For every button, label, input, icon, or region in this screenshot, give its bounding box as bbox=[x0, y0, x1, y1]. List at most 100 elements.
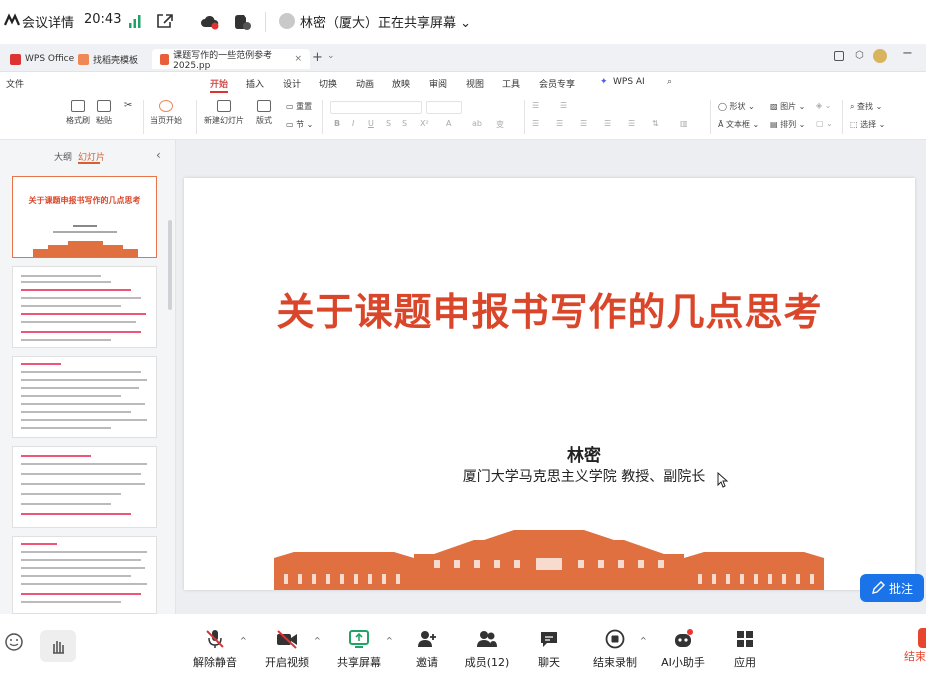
current-slide[interactable]: 关于课题申报书写作的几点思考 林密 厦门大学马克思主义学院 教授、副院长 bbox=[184, 178, 915, 590]
minimize-icon[interactable]: − bbox=[902, 46, 913, 61]
columns-icon[interactable]: ▥ bbox=[680, 119, 688, 128]
shadow-icon[interactable]: S bbox=[402, 119, 407, 128]
wps-window: WPS Office 找稻壳模板 课题写作的一些范例参考2025.pp × + ⌄… bbox=[0, 44, 926, 614]
align-center-icon[interactable]: ☰ bbox=[556, 119, 563, 128]
external-share-icon[interactable] bbox=[156, 13, 174, 29]
menu-member[interactable]: 会员专享 bbox=[539, 77, 575, 90]
outline-icon[interactable]: ▢ ⌄ bbox=[816, 119, 833, 128]
new-tab-plus-icon[interactable]: + bbox=[312, 50, 323, 65]
apps-button[interactable]: 应用 bbox=[730, 628, 760, 670]
menu-design[interactable]: 设计 bbox=[283, 77, 301, 90]
unmute-button[interactable]: 解除静音 bbox=[192, 628, 238, 670]
menu-file[interactable]: 文件 bbox=[6, 77, 24, 90]
numbered-list-icon[interactable]: ☰ bbox=[560, 101, 567, 110]
font-family-select[interactable] bbox=[330, 101, 422, 114]
tab-docer-templates[interactable]: 找稻壳模板 bbox=[70, 49, 146, 69]
select-button[interactable]: ⬚ 选择 ⌄ bbox=[850, 119, 885, 130]
start-video-button[interactable]: 开启视频 bbox=[264, 628, 310, 670]
new-slide-button[interactable]: 新建幻灯片 bbox=[204, 100, 244, 126]
avatar bbox=[279, 13, 295, 29]
align-right-icon[interactable]: ☰ bbox=[580, 119, 587, 128]
reset-button[interactable]: ▭ 重置 bbox=[286, 101, 312, 112]
format-painter-button[interactable]: 格式刷 bbox=[66, 100, 90, 126]
superscript-icon[interactable]: X² bbox=[420, 119, 429, 128]
annotate-button[interactable]: 批注 bbox=[860, 574, 924, 602]
menu-insert[interactable]: 插入 bbox=[246, 77, 264, 90]
image-button[interactable]: ▨ 图片 ⌄ bbox=[770, 101, 805, 112]
text-direction-icon[interactable]: ⇅ bbox=[652, 119, 659, 128]
tab-current-document[interactable]: 课题写作的一些范例参考2025.pp × bbox=[152, 49, 310, 71]
chat-button[interactable]: 聊天 bbox=[534, 628, 564, 670]
char-spacing-icon[interactable]: 变 bbox=[496, 119, 504, 130]
slide-thumbnail-3[interactable] bbox=[12, 356, 157, 438]
bullet-list-icon[interactable]: ☰ bbox=[532, 101, 539, 110]
font-color-icon[interactable]: A bbox=[446, 119, 451, 128]
justify-icon[interactable]: ☰ bbox=[604, 119, 611, 128]
mouse-cursor-icon bbox=[717, 472, 729, 488]
menu-view[interactable]: 视图 bbox=[466, 77, 484, 90]
layout-button[interactable]: 版式 bbox=[256, 100, 272, 126]
chevron-up-icon[interactable]: ^ bbox=[386, 636, 393, 645]
audio-settings-icon[interactable] bbox=[232, 12, 252, 32]
chevron-up-icon[interactable]: ^ bbox=[314, 636, 321, 645]
menu-wps-ai[interactable]: WPS AI bbox=[613, 77, 645, 87]
fill-icon[interactable]: ◈ ⌄ bbox=[816, 101, 831, 110]
distribute-icon[interactable]: ☰ bbox=[628, 119, 635, 128]
menu-animation[interactable]: 动画 bbox=[356, 77, 374, 90]
menu-bar: 文件 开始 插入 设计 切换 动画 放映 审阅 视图 工具 会员专享 ✦ WPS… bbox=[0, 72, 926, 94]
invite-button[interactable]: 邀请 bbox=[412, 628, 442, 670]
underline-icon[interactable]: U bbox=[368, 119, 374, 128]
menu-tools[interactable]: 工具 bbox=[502, 77, 520, 90]
sidebar-tabs: 大纲 幻灯片 ‹ bbox=[0, 148, 176, 164]
slide-thumbnail-2[interactable] bbox=[12, 266, 157, 348]
stop-recording-button[interactable]: 结束录制 bbox=[590, 628, 640, 670]
bold-icon[interactable]: B bbox=[334, 119, 340, 128]
shape-button[interactable]: ◯ 形状 ⌄ bbox=[718, 101, 755, 112]
raise-hand-button[interactable] bbox=[40, 630, 76, 662]
find-button[interactable]: ⌕ 查找 ⌄ bbox=[850, 101, 882, 112]
sharing-status[interactable]: 林密（厦大）正在共享屏幕 ⌄ bbox=[300, 12, 471, 31]
menu-home[interactable]: 开始 bbox=[210, 77, 228, 90]
ai-assistant-button[interactable]: AI小助手 bbox=[660, 628, 706, 670]
search-icon[interactable]: ⌕ bbox=[667, 77, 672, 87]
slide-thumbnail-1[interactable]: 关于课题申报书写作的几点思考 bbox=[12, 176, 157, 258]
meeting-details-link[interactable]: 会议详情 bbox=[22, 12, 74, 31]
chevron-up-icon[interactable]: ^ bbox=[240, 636, 247, 645]
end-meeting-button[interactable]: 结束 bbox=[904, 626, 926, 663]
slide-title: 关于课题申报书写作的几点思考 bbox=[276, 290, 823, 334]
menu-transition[interactable]: 切换 bbox=[319, 77, 337, 90]
signal-icon[interactable] bbox=[128, 14, 142, 28]
chevron-up-icon[interactable]: ^ bbox=[640, 636, 647, 645]
align-left-icon[interactable]: ☰ bbox=[532, 119, 539, 128]
start-current-slide-button[interactable]: 当页开始 bbox=[150, 100, 182, 126]
sidebar-scrollbar[interactable] bbox=[168, 220, 172, 310]
font-size-select[interactable] bbox=[426, 101, 462, 114]
textbox-button[interactable]: Ā 文本框 ⌄ bbox=[718, 119, 759, 130]
close-icon[interactable]: × bbox=[294, 54, 302, 64]
menu-review[interactable]: 审阅 bbox=[429, 77, 447, 90]
cloud-record-icon[interactable] bbox=[200, 13, 220, 31]
collapse-sidebar-icon[interactable]: ‹ bbox=[156, 148, 161, 162]
user-avatar[interactable] bbox=[873, 49, 887, 63]
cube-icon[interactable]: ⬡ bbox=[855, 50, 864, 61]
highlight-icon[interactable]: ab bbox=[472, 119, 482, 128]
section-button[interactable]: ▭ 节 ⌄ bbox=[286, 119, 313, 130]
members-button[interactable]: 成员(12) bbox=[464, 628, 510, 670]
chevron-down-icon[interactable]: ⌄ bbox=[327, 51, 335, 61]
template-icon bbox=[78, 53, 89, 65]
italic-icon[interactable]: I bbox=[352, 119, 354, 128]
tab-outline[interactable]: 大纲 bbox=[54, 150, 72, 163]
ppt-file-icon bbox=[160, 53, 170, 65]
arrange-button[interactable]: ▤ 排列 ⌄ bbox=[770, 119, 805, 130]
emoji-icon[interactable] bbox=[4, 632, 24, 652]
slide-thumbnail-5[interactable] bbox=[12, 536, 157, 614]
menu-slideshow[interactable]: 放映 bbox=[392, 77, 410, 90]
paste-button[interactable]: 粘贴 bbox=[96, 100, 112, 126]
strikethrough-icon[interactable]: S bbox=[386, 119, 391, 128]
pen-icon bbox=[872, 581, 885, 594]
window-layout-icon[interactable] bbox=[834, 51, 844, 61]
slide-thumbnail-4[interactable] bbox=[12, 446, 157, 528]
cut-icon[interactable]: ✂ bbox=[124, 100, 132, 111]
share-screen-button[interactable]: 共享屏幕 bbox=[336, 628, 382, 670]
ribbon-toolbar: 格式刷 粘贴 ✂ 当页开始 新建幻灯片 版式 ▭ 重置 ▭ 节 ⌄ B I U … bbox=[0, 94, 926, 140]
